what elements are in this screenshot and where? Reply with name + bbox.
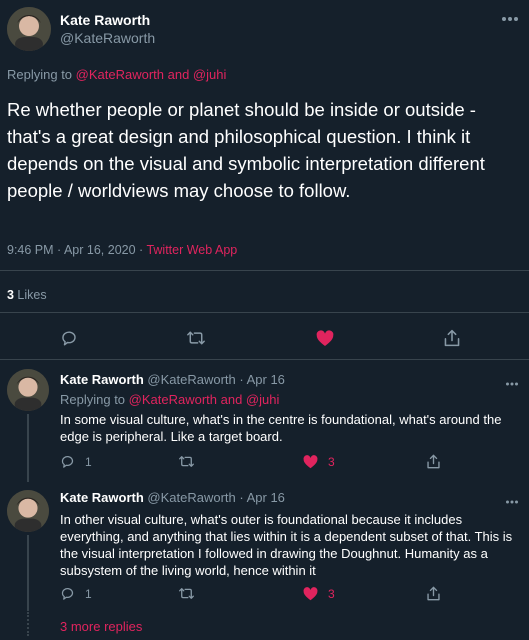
tweet-text: Re whether people or planet should be in… xyxy=(7,99,485,201)
retweet-icon xyxy=(186,329,206,347)
like-button[interactable] xyxy=(316,330,334,347)
heart-icon xyxy=(303,455,318,469)
share-icon xyxy=(426,453,441,470)
retweet-button[interactable] xyxy=(178,586,195,601)
author-meta[interactable]: @KateRaworth · Apr 16 xyxy=(147,372,284,387)
reply-icon xyxy=(60,586,75,601)
replying-prefix: Replying to xyxy=(7,67,76,82)
replying-to: Replying to @KateRaworth and @juhi xyxy=(60,392,279,407)
divider xyxy=(0,270,529,271)
avatar[interactable] xyxy=(7,369,49,411)
avatar[interactable] xyxy=(7,7,51,51)
like-count: 3 xyxy=(328,455,335,469)
replying-to-link[interactable]: @KateRaworth and @juhi xyxy=(76,67,227,82)
reply-button[interactable]: 1 xyxy=(60,454,92,469)
timestamp-text[interactable]: 9:46 PM · Apr 16, 2020 · xyxy=(7,243,146,257)
likes-label: Likes xyxy=(13,288,47,302)
reply-header: Kate Raworth @KateRaworth · Apr 16 xyxy=(60,372,285,387)
author-handle[interactable]: @KateRaworth xyxy=(60,30,155,46)
replying-to: Replying to @KateRaworth and @juhi xyxy=(7,67,226,82)
author-name[interactable]: Kate Raworth xyxy=(60,12,150,28)
share-icon xyxy=(443,328,461,348)
reply-icon xyxy=(60,329,78,347)
retweet-button[interactable] xyxy=(178,454,195,469)
retweet-icon xyxy=(178,454,195,469)
thread-dots xyxy=(27,612,29,636)
tweet-timestamp: 9:46 PM · Apr 16, 2020 · Twitter Web App xyxy=(7,243,237,257)
reply-button[interactable]: 1 xyxy=(60,586,92,601)
thread-line xyxy=(27,414,29,482)
reply-button[interactable] xyxy=(60,329,78,347)
heart-icon xyxy=(316,330,334,347)
likes-count: 3 xyxy=(7,288,14,302)
like-button[interactable]: 3 xyxy=(303,455,335,469)
source-link[interactable]: Twitter Web App xyxy=(146,243,237,257)
replying-prefix: Replying to xyxy=(60,392,129,407)
more-icon[interactable] xyxy=(505,374,519,392)
more-icon[interactable] xyxy=(501,10,519,28)
share-button[interactable] xyxy=(443,328,461,348)
reply-count: 1 xyxy=(85,454,92,469)
share-icon xyxy=(426,585,441,602)
author-name[interactable]: Kate Raworth xyxy=(60,372,144,387)
reply-header: Kate Raworth @KateRaworth · Apr 16 xyxy=(60,490,285,505)
reply-icon xyxy=(60,454,75,469)
retweet-button[interactable] xyxy=(186,329,206,347)
share-button[interactable] xyxy=(426,453,441,470)
thread-line xyxy=(27,535,29,611)
heart-icon xyxy=(303,587,318,601)
like-button[interactable]: 3 xyxy=(303,587,335,601)
retweet-icon xyxy=(178,586,195,601)
divider xyxy=(0,312,529,313)
reply-text: In some visual culture, what's in the ce… xyxy=(60,412,502,444)
avatar[interactable] xyxy=(7,490,49,532)
more-replies-link[interactable]: 3 more replies xyxy=(60,619,142,634)
like-count: 3 xyxy=(328,587,335,601)
divider xyxy=(0,359,529,360)
share-button[interactable] xyxy=(426,585,441,602)
author-meta[interactable]: @KateRaworth · Apr 16 xyxy=(147,490,284,505)
replying-to-link[interactable]: @KateRaworth and @juhi xyxy=(129,392,280,407)
more-icon[interactable] xyxy=(505,492,519,510)
author-name[interactable]: Kate Raworth xyxy=(60,490,144,505)
likes-stat[interactable]: 3 Likes xyxy=(7,288,47,302)
reply-count: 1 xyxy=(85,586,92,601)
reply-text: In other visual culture, what's outer is… xyxy=(60,512,513,578)
